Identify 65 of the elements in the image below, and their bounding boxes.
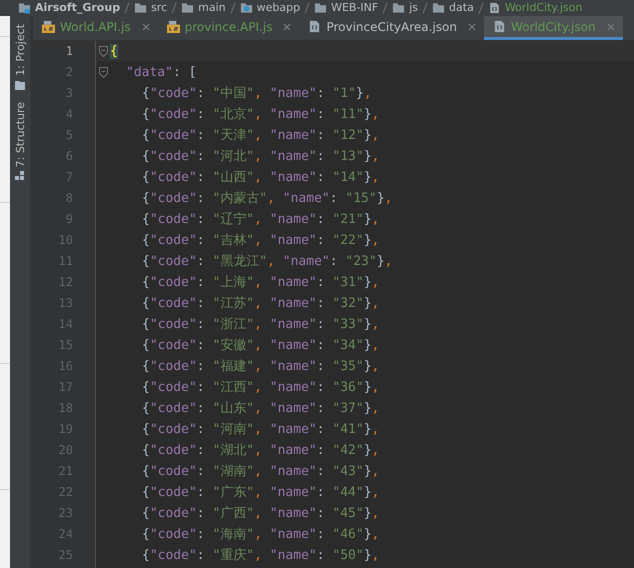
editor-tab[interactable]: ProvinceCityArea.json — [299, 16, 484, 40]
separator-icon — [422, 2, 428, 14]
code-line: {"code": "江西", "name": "36"}, — [142, 379, 380, 397]
folder-icon — [15, 80, 25, 90]
close-icon[interactable] — [283, 22, 292, 30]
breadcrumb-item[interactable]: WEB-INF — [331, 1, 378, 15]
code-line: {"code": "河南", "name": "41"}, — [142, 421, 380, 439]
editor-tab[interactable]: province.API.js — [158, 16, 300, 40]
code-line: {"code": "海南", "name": "46"}, — [142, 526, 380, 544]
separator-icon — [171, 2, 178, 14]
separator-icon — [304, 2, 310, 14]
code-line: {"code": "上海", "name": "31"}, — [142, 274, 380, 292]
close-icon[interactable] — [142, 22, 150, 30]
json-file-icon — [488, 2, 501, 14]
line-number: 1 — [64, 43, 74, 60]
json-file-icon — [308, 20, 322, 33]
breadcrumb-item[interactable]: src — [151, 1, 168, 15]
code-line: {"code": "北京", "name": "11"}, — [142, 106, 380, 124]
close-icon[interactable] — [468, 22, 476, 30]
web-folder-icon — [240, 2, 253, 14]
tool-window-tab[interactable]: 7: Structure — [14, 102, 26, 168]
structure-icon — [15, 171, 25, 182]
code-line: {"code": "辽宁", "name": "21"}, — [142, 211, 380, 229]
code-line: {"code": "湖南", "name": "43"}, — [142, 463, 380, 481]
code-line: {"code": "山东", "name": "37"}, — [142, 400, 380, 418]
code-line: {"code": "安徽", "name": "34"}, — [142, 337, 380, 355]
breadcrumb-item[interactable]: main — [198, 1, 226, 15]
module-folder-icon — [18, 2, 31, 14]
code-line: {"code": "河北", "name": "13"}, — [142, 148, 380, 166]
breadcrumb-item[interactable]: webapp — [256, 1, 300, 15]
folder-icon — [432, 2, 446, 14]
breadcrumb-item[interactable]: WorldCity.json — [504, 1, 582, 15]
json-file-icon — [493, 20, 506, 33]
separator-icon — [478, 2, 484, 14]
separator-icon — [124, 2, 130, 14]
code-line: {"code": "中国", "name": "1"}, — [142, 85, 372, 103]
js-file-icon — [42, 20, 55, 33]
breadcrumb-item[interactable]: Airsoft_Group — [35, 1, 120, 15]
code-line: {"code": "福建", "name": "35"}, — [142, 358, 380, 376]
code-line: {"code": "黑龙江", "name": "23"}, — [142, 253, 392, 271]
breadcrumb-item[interactable]: data — [449, 1, 474, 15]
tool-window-tab[interactable]: 1: Project — [14, 24, 26, 76]
code-line: {"code": "江苏", "name": "32"}, — [142, 295, 380, 313]
fold-icon[interactable] — [98, 46, 108, 57]
separator-icon — [230, 2, 236, 14]
folder-icon — [181, 2, 194, 14]
code-line: {"code": "广东", "name": "44"}, — [142, 484, 380, 502]
folder-icon — [134, 2, 148, 14]
fold-icon[interactable] — [98, 67, 108, 78]
code-line: {"code": "吉林", "name": "22"}, — [142, 232, 380, 250]
code-line: "data": [ — [126, 64, 196, 82]
code-line: {"code": "内蒙古", "name": "15"}, — [142, 190, 392, 208]
code-line: {"code": "湖北", "name": "42"}, — [142, 442, 380, 460]
editor-tab[interactable]: World.API.js — [33, 16, 158, 40]
code-line: {"code": "广西", "name": "45"}, — [142, 505, 380, 523]
code-line: {"code": "浙江", "name": "33"}, — [142, 316, 380, 334]
folder-icon — [314, 2, 328, 14]
folder-icon — [392, 2, 406, 14]
code-line: {"code": "天津", "name": "12"}, — [142, 127, 380, 145]
code-line: {"code": "山西", "name": "14"}, — [142, 169, 380, 187]
js-file-icon — [166, 20, 180, 33]
close-icon[interactable] — [606, 22, 615, 30]
code-line: {"code": "重庆", "name": "50"}, — [142, 547, 380, 565]
separator-icon — [382, 2, 388, 14]
breadcrumb-item[interactable]: js — [409, 1, 418, 15]
